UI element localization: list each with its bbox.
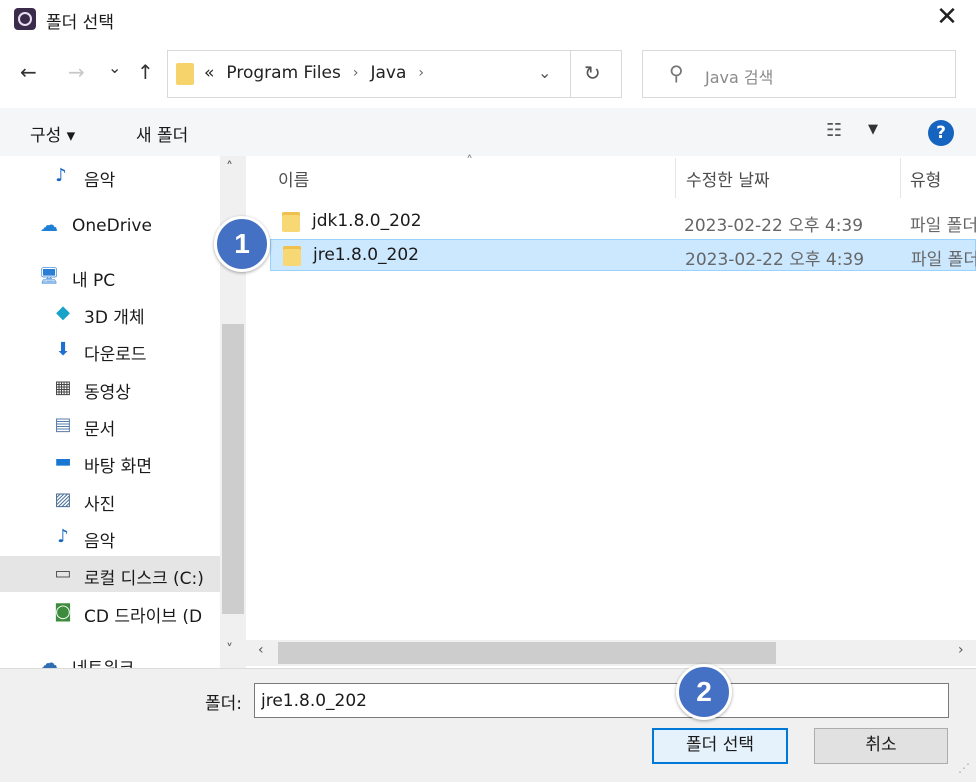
sort-ascending-icon: ˄ — [466, 154, 473, 170]
picture-icon: ▨ — [54, 489, 72, 510]
file-modified: 2023-02-22 오후 4:39 — [684, 216, 864, 236]
sidebar-item-music[interactable]: ♪ 음악 — [0, 158, 220, 194]
step-marker-1: 1 — [214, 216, 270, 272]
folder-field-label: 폴더: — [205, 694, 243, 714]
folder-icon — [282, 212, 300, 232]
sidebar-item-onedrive[interactable]: ☁ OneDrive — [0, 208, 220, 244]
file-type: 파일 폴더 — [910, 216, 976, 236]
chevron-right-icon[interactable]: › — [353, 65, 359, 81]
navigation-pane: ♪ 음악 ☁ OneDrive 🖥 내 PC ◆ 3D 개체 ⬇ 다운로드 ▦ … — [0, 156, 246, 668]
cube-icon: ◆ — [56, 302, 70, 323]
window-title: 폴더 선택 — [46, 13, 114, 33]
sidebar-item-pictures[interactable]: ▨ 사진 — [0, 482, 220, 518]
file-row-jdk[interactable]: jdk1.8.0_202 2023-02-22 오후 4:39 파일 폴더 — [270, 206, 976, 238]
column-header-type[interactable]: 유형 — [910, 166, 941, 191]
film-icon: ▦ — [54, 377, 72, 398]
file-name: jre1.8.0_202 — [313, 245, 420, 265]
sidebar-item-label: 3D 개체 — [84, 308, 145, 328]
scroll-up-icon[interactable]: ˄ — [226, 160, 233, 176]
refresh-icon[interactable]: ↻ — [584, 61, 601, 85]
cd-drive-icon: ◙ — [54, 601, 72, 622]
search-placeholder: Java 검색 — [705, 68, 774, 87]
folder-icon — [176, 63, 194, 85]
download-icon: ⬇ — [55, 339, 71, 360]
music-icon: ♪ — [55, 165, 67, 186]
sidebar-item-label: CD 드라이브 (D — [84, 607, 203, 627]
folder-icon — [283, 246, 301, 266]
file-type: 파일 폴더 — [911, 250, 976, 270]
drive-icon: ▭ — [54, 563, 72, 584]
scroll-down-icon[interactable]: ˅ — [226, 642, 233, 658]
forward-arrow-icon[interactable]: → — [68, 60, 85, 84]
sidebar-item-network[interactable]: ☁ 네트워크 — [0, 646, 220, 668]
column-header-name[interactable]: 이름 — [278, 166, 309, 191]
sidebar-item-label: 음악 — [84, 171, 116, 191]
sidebar-item-label: OneDrive — [72, 216, 152, 236]
network-icon: ☁ — [40, 653, 58, 668]
horizontal-scroll-thumb[interactable] — [278, 642, 776, 664]
cancel-button[interactable]: 취소 — [814, 728, 948, 764]
command-toolbar: 구성 ▾ 새 폴더 ☷ ▼ ? — [0, 108, 976, 156]
sidebar-item-label: 사진 — [84, 495, 116, 515]
new-folder-button[interactable]: 새 폴더 — [136, 121, 188, 146]
chevron-down-icon[interactable]: ⌄ — [538, 63, 551, 82]
address-bar[interactable]: « Program Files › Java › ⌄ ↻ — [167, 50, 622, 98]
sidebar-item-3d-objects[interactable]: ◆ 3D 개체 — [0, 295, 220, 331]
sidebar-item-label: 내 PC — [72, 271, 116, 291]
search-icon: ⚲ — [669, 61, 684, 85]
divider — [570, 51, 571, 97]
cloud-icon: ☁ — [40, 215, 58, 236]
select-folder-button[interactable]: 폴더 선택 — [652, 728, 788, 764]
search-input[interactable]: ⚲ Java 검색 — [642, 50, 956, 98]
sidebar-item-label: 동영상 — [84, 383, 131, 403]
sidebar-item-downloads[interactable]: ⬇ 다운로드 — [0, 332, 220, 368]
desktop-icon: ▬ — [54, 451, 72, 472]
sidebar-item-label: 문서 — [84, 420, 116, 440]
back-arrow-icon[interactable]: ← — [20, 60, 37, 84]
sidebar-item-label: 바탕 화면 — [84, 457, 152, 477]
column-divider[interactable] — [900, 158, 901, 198]
sidebar-scroll-thumb[interactable] — [222, 324, 244, 614]
breadcrumb: « Program Files › Java › — [204, 63, 424, 83]
up-arrow-icon[interactable]: ↑ — [137, 60, 154, 84]
file-modified: 2023-02-22 오후 4:39 — [685, 250, 865, 270]
chevron-right-icon[interactable]: › — [418, 65, 424, 81]
close-icon[interactable]: ✕ — [932, 2, 962, 32]
sidebar-item-label: 네트워크 — [72, 654, 135, 668]
sidebar-item-label: 음악 — [84, 532, 116, 552]
breadcrumb-item-java[interactable]: Java — [370, 63, 406, 83]
title-bar: 폴더 선택 ✕ — [0, 0, 976, 40]
file-row-jre[interactable]: jre1.8.0_202 2023-02-22 오후 4:39 파일 폴더 — [270, 239, 976, 271]
sidebar-item-desktop[interactable]: ▬ 바탕 화면 — [0, 444, 220, 480]
view-options-icon[interactable]: ☷ — [826, 120, 842, 141]
sidebar-item-documents[interactable]: ▤ 문서 — [0, 407, 220, 443]
sidebar-item-cd-drive[interactable]: ◙ CD 드라이브 (D — [0, 594, 220, 630]
scroll-right-icon[interactable]: › — [958, 642, 964, 658]
column-headers: ˄ 이름 수정한 날짜 유형 — [246, 154, 976, 198]
step-marker-2: 2 — [676, 664, 732, 720]
recent-locations-chevron-icon[interactable]: ⌄ — [108, 58, 121, 77]
sidebar-item-videos[interactable]: ▦ 동영상 — [0, 370, 220, 406]
chevron-down-icon[interactable]: ▼ — [868, 122, 878, 137]
document-icon: ▤ — [54, 414, 72, 435]
column-header-modified[interactable]: 수정한 날짜 — [686, 166, 770, 191]
help-icon[interactable]: ? — [928, 120, 954, 146]
computer-icon: 🖥 — [38, 266, 60, 285]
sidebar-item-this-pc[interactable]: 🖥 내 PC — [0, 258, 220, 294]
app-icon — [14, 8, 36, 30]
folder-name-field[interactable] — [254, 683, 949, 718]
breadcrumb-overflow-icon[interactable]: « — [204, 63, 214, 83]
organize-button[interactable]: 구성 ▾ — [30, 121, 75, 146]
sidebar-item-label: 다운로드 — [84, 345, 147, 365]
scroll-left-icon[interactable]: ‹ — [258, 642, 264, 658]
sidebar-item-music-2[interactable]: ♪ 음악 — [0, 519, 220, 555]
breadcrumb-item-program-files[interactable]: Program Files — [226, 63, 340, 83]
column-divider[interactable] — [675, 158, 676, 198]
resize-grip-icon[interactable]: ⋰ — [958, 761, 970, 775]
sidebar-item-local-disk[interactable]: ▭ 로컬 디스크 (C:) — [0, 556, 220, 592]
sidebar-item-label: 로컬 디스크 (C:) — [84, 569, 204, 589]
file-name: jdk1.8.0_202 — [312, 211, 422, 231]
music-icon: ♪ — [57, 526, 69, 547]
